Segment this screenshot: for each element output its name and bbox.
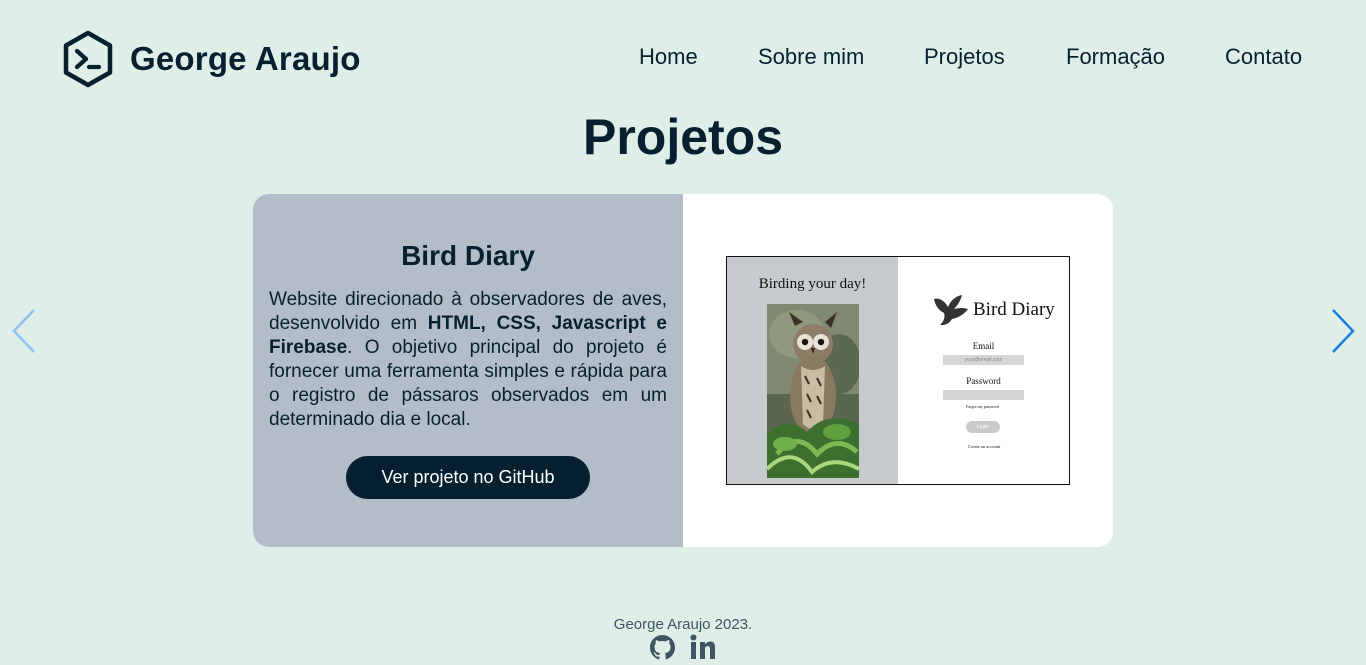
screenshot-forgot-link: Forgot my password (966, 404, 999, 409)
nav-home[interactable]: Home (639, 44, 698, 70)
project-description: Website direcionado à observadores de av… (269, 288, 667, 432)
owl-photo (767, 304, 859, 478)
github-icon (650, 634, 675, 659)
nav-contato[interactable]: Contato (1225, 44, 1302, 70)
screenshot-tagline: Birding your day! (758, 276, 867, 292)
screenshot-brand-text: Bird Diary (973, 299, 1055, 320)
footer-copyright: George Araujo 2023. (613, 616, 753, 633)
screenshot-brand: Bird Diary (932, 293, 1055, 327)
github-project-button[interactable]: Ver projeto no GitHub (346, 456, 590, 499)
screenshot-login: Bird Diary Email your@email.com Password… (898, 257, 1069, 484)
linkedin-link[interactable] (675, 634, 716, 665)
chevron-right-icon[interactable] (1330, 308, 1356, 354)
chevron-left-icon[interactable] (11, 308, 37, 354)
screenshot-email-label: Email (972, 341, 995, 351)
site-header: George Araujo Home Sobre mim Projetos Fo… (0, 0, 1366, 118)
project-preview: Birding your day! Bird Diary Email your@… (683, 194, 1113, 547)
project-info: Bird Diary Website direcionado à observa… (253, 194, 683, 547)
screenshot-email-field: your@email.com (943, 355, 1024, 365)
nav-projetos[interactable]: Projetos (924, 44, 1005, 70)
screenshot-hero: Birding your day! (727, 257, 898, 484)
project-screenshot: Birding your day! Bird Diary Email your@… (726, 256, 1070, 485)
social-links (650, 634, 716, 665)
page-title: Projetos (582, 109, 784, 165)
project-card: Bird Diary Website direcionado à observa… (253, 194, 1113, 547)
main-nav: Home Sobre mim Projetos Formação Contato (0, 44, 1366, 74)
nav-formacao[interactable]: Formação (1066, 44, 1165, 70)
nav-sobre-mim[interactable]: Sobre mim (758, 44, 864, 70)
screenshot-password-field (943, 390, 1024, 400)
screenshot-login-button: Login (966, 421, 1000, 433)
screenshot-create-link: Create an account (968, 444, 1001, 449)
project-title: Bird Diary (401, 240, 535, 271)
linkedin-icon (690, 634, 715, 659)
bird-logo-icon (934, 295, 968, 326)
github-link[interactable] (650, 634, 675, 665)
screenshot-password-label: Password (966, 376, 1001, 386)
